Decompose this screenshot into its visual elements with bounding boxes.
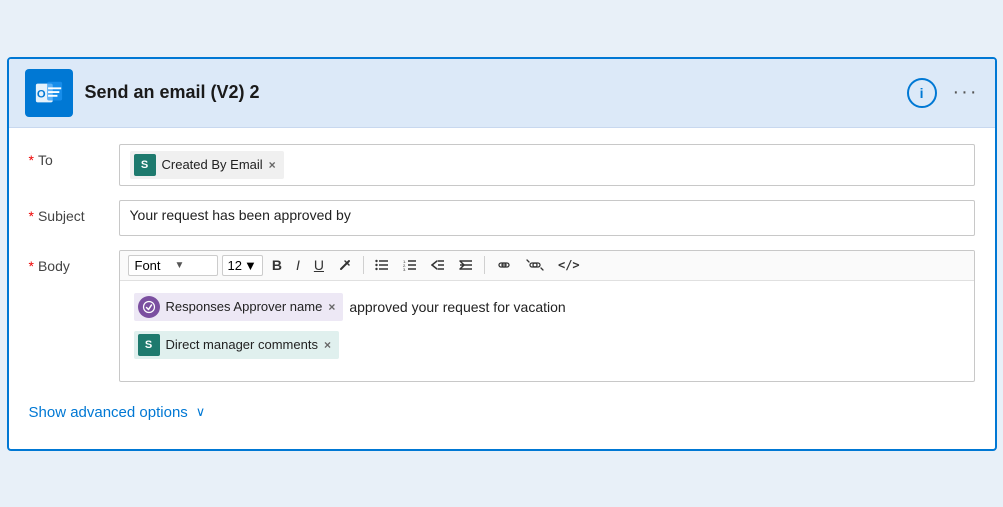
body-line-1: Responses Approver name × approved your … bbox=[134, 293, 960, 321]
to-token-close[interactable]: × bbox=[269, 158, 276, 172]
body-line-1-text: approved your request for vacation bbox=[349, 299, 565, 315]
underline-button[interactable]: U bbox=[309, 255, 329, 275]
italic-button[interactable]: I bbox=[291, 255, 305, 275]
font-size-value: 12 bbox=[228, 258, 242, 273]
svg-text:3.: 3. bbox=[403, 267, 406, 271]
to-token-label: Created By Email bbox=[162, 157, 263, 172]
body-line-2: S Direct manager comments × bbox=[134, 331, 960, 359]
bold-button[interactable]: B bbox=[267, 255, 287, 275]
body-content-area[interactable]: Responses Approver name × approved your … bbox=[120, 281, 974, 381]
link-icon bbox=[496, 258, 512, 272]
bullet-list-button[interactable] bbox=[370, 257, 394, 273]
svg-text:O: O bbox=[36, 88, 45, 100]
toolbar-divider-2 bbox=[484, 256, 485, 274]
more-options-button[interactable]: ··· bbox=[953, 81, 979, 104]
approver-token-close[interactable]: × bbox=[328, 300, 335, 314]
email-action-card: O Send an email (V2) 2 i ··· *To S Crea bbox=[7, 57, 997, 451]
numbered-list-button[interactable]: 1. 2. 3. bbox=[398, 257, 422, 273]
link-button[interactable] bbox=[491, 256, 517, 274]
manager-token-label: Direct manager comments bbox=[166, 337, 318, 352]
body-label: *Body bbox=[29, 250, 119, 274]
approver-token-label: Responses Approver name bbox=[166, 299, 323, 314]
unlink-icon bbox=[526, 258, 544, 272]
to-row: *To S Created By Email × bbox=[29, 144, 975, 186]
body-toolbar: Font ▼ 12 ▼ B I U bbox=[120, 251, 974, 281]
show-advanced-label: Show advanced options bbox=[29, 404, 188, 421]
to-token-created-by-email[interactable]: S Created By Email × bbox=[130, 151, 284, 179]
outlook-icon: O bbox=[25, 69, 73, 117]
bullet-list-icon bbox=[375, 259, 389, 271]
advanced-chevron-icon: ∨ bbox=[196, 404, 206, 420]
header-left: O Send an email (V2) 2 bbox=[25, 69, 260, 117]
indent-decrease-icon bbox=[431, 259, 445, 271]
subject-input-wrapper[interactable] bbox=[119, 200, 975, 236]
subject-input[interactable] bbox=[130, 207, 964, 223]
unlink-button[interactable] bbox=[521, 256, 549, 274]
body-required: * bbox=[29, 258, 34, 274]
font-size-arrow: ▼ bbox=[244, 258, 257, 273]
to-label: *To bbox=[29, 144, 119, 168]
font-size-select[interactable]: 12 ▼ bbox=[222, 255, 263, 276]
body-editor[interactable]: Font ▼ 12 ▼ B I U bbox=[119, 250, 975, 382]
font-select-label: Font bbox=[135, 258, 171, 273]
card-title: Send an email (V2) 2 bbox=[85, 82, 260, 103]
manager-token-close[interactable]: × bbox=[324, 338, 331, 352]
subject-required: * bbox=[29, 208, 34, 224]
card-body: *To S Created By Email × *Subject *Body bbox=[9, 128, 995, 449]
font-select-arrow: ▼ bbox=[175, 260, 211, 271]
to-required: * bbox=[29, 152, 34, 168]
approval-icon bbox=[142, 300, 156, 314]
indent-increase-icon bbox=[459, 259, 473, 271]
card-header: O Send an email (V2) 2 i ··· bbox=[9, 59, 995, 128]
info-button[interactable]: i bbox=[907, 78, 937, 108]
body-row: *Body Font ▼ 12 ▼ B I U bbox=[29, 250, 975, 382]
code-button[interactable]: </> bbox=[553, 256, 585, 274]
subject-row: *Subject bbox=[29, 200, 975, 236]
header-actions: i ··· bbox=[907, 78, 979, 108]
subject-label: *Subject bbox=[29, 200, 119, 224]
indent-decrease-button[interactable] bbox=[426, 257, 450, 273]
to-input[interactable]: S Created By Email × bbox=[119, 144, 975, 186]
to-token-avatar: S bbox=[134, 154, 156, 176]
highlight-icon bbox=[338, 258, 352, 272]
highlight-button[interactable] bbox=[333, 256, 357, 274]
indent-increase-button[interactable] bbox=[454, 257, 478, 273]
approver-name-token[interactable]: Responses Approver name × bbox=[134, 293, 344, 321]
manager-comments-token[interactable]: S Direct manager comments × bbox=[134, 331, 339, 359]
manager-token-avatar: S bbox=[138, 334, 160, 356]
approver-token-avatar bbox=[138, 296, 160, 318]
font-select[interactable]: Font ▼ bbox=[128, 255, 218, 276]
numbered-list-icon: 1. 2. 3. bbox=[403, 259, 417, 271]
toolbar-divider-1 bbox=[363, 256, 364, 274]
show-advanced-options[interactable]: Show advanced options ∨ bbox=[29, 396, 975, 429]
